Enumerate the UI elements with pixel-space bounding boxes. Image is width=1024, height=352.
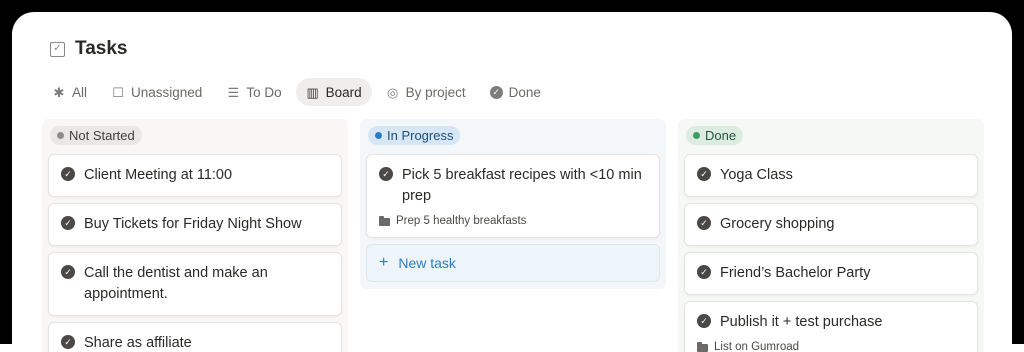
page-title: Tasks: [75, 38, 128, 59]
device-frame: ✓ Tasks ✱ All ☐ Unassigned ☰ To Do ▥ Boa…: [0, 0, 1024, 352]
check-circle-icon: ✓: [61, 335, 75, 349]
page-header: ✓ Tasks: [50, 38, 127, 60]
status-label: Done: [705, 128, 737, 143]
tab-label: All: [72, 84, 88, 100]
column-not-started: Not Started ✓ Client Meeting at 11:00 ✓ …: [42, 119, 348, 352]
task-title: Yoga Class: [720, 167, 793, 183]
check-circle-icon: ✓: [697, 265, 711, 279]
task-card[interactable]: ✓ Buy Tickets for Friday Night Show: [48, 203, 342, 246]
asterisk-icon: ✱: [53, 84, 65, 100]
task-title: Call the dentist and make an appointment…: [84, 265, 268, 302]
check-circle-icon: ✓: [61, 167, 75, 181]
tab-unassigned[interactable]: ☐ Unassigned: [101, 78, 212, 106]
check-circle-icon: ✓: [697, 167, 711, 181]
task-title: Buy Tickets for Friday Night Show: [84, 216, 302, 232]
tab-board[interactable]: ▥ Board: [295, 78, 372, 106]
check-circle-icon: ✓: [697, 314, 711, 328]
app-window: ✓ Tasks ✱ All ☐ Unassigned ☰ To Do ▥ Boa…: [12, 12, 1012, 352]
tab-label: Board: [325, 84, 362, 100]
status-dot: [693, 132, 700, 139]
new-task-label: New task: [398, 255, 456, 271]
tab-all[interactable]: ✱ All: [42, 78, 97, 106]
check-circle-icon: ✓: [379, 167, 393, 181]
tab-label: Done: [508, 84, 541, 100]
square-icon: ☐: [112, 84, 124, 100]
view-tabs: ✱ All ☐ Unassigned ☰ To Do ▥ Board ◎ By …: [42, 78, 551, 106]
status-badge-done: Done: [686, 126, 744, 145]
column-in-progress: In Progress ✓ Pick 5 breakfast recipes w…: [360, 119, 666, 289]
check-circle-icon: ✓: [61, 265, 75, 279]
folder-icon: [379, 215, 390, 226]
task-title: Grocery shopping: [720, 216, 835, 232]
status-label: In Progress: [387, 128, 454, 143]
tab-by-project[interactable]: ◎ By project: [376, 78, 476, 106]
task-title: Share as affiliate: [84, 335, 192, 351]
tab-done[interactable]: ✓ Done: [480, 78, 551, 106]
tab-label: To Do: [246, 84, 282, 100]
checklist-icon: ☰: [227, 84, 240, 100]
project-label: Prep 5 healthy breakfasts: [396, 215, 527, 227]
tab-label: By project: [405, 84, 466, 100]
status-dot: [57, 132, 64, 139]
project-label: List on Gumroad: [714, 341, 800, 352]
task-card[interactable]: ✓ Grocery shopping: [684, 203, 978, 246]
status-badge-not-started: Not Started: [50, 126, 142, 145]
task-title: Client Meeting at 11:00: [84, 167, 233, 183]
check-circle-icon: ✓: [61, 216, 75, 230]
column-done: Done ✓ Yoga Class ✓ Grocery shopping ✓ F…: [678, 119, 984, 352]
task-title: Pick 5 breakfast recipes with <10 min pr…: [402, 167, 642, 204]
task-card[interactable]: ✓ Share as affiliate: [48, 322, 342, 352]
tab-to-do[interactable]: ☰ To Do: [216, 78, 291, 106]
task-card[interactable]: ✓ Pick 5 breakfast recipes with <10 min …: [366, 154, 660, 238]
task-project: List on Gumroad: [697, 341, 965, 352]
task-card[interactable]: ✓ Publish it + test purchase List on Gum…: [684, 301, 978, 352]
folder-icon: [697, 341, 708, 352]
checkbox-icon: ✓: [50, 41, 65, 57]
new-task-button[interactable]: + New task: [366, 244, 660, 282]
task-title: Publish it + test purchase: [720, 314, 883, 330]
check-circle-icon: ✓: [697, 216, 711, 230]
check-circle-icon: ✓: [489, 85, 503, 99]
tab-label: Unassigned: [131, 84, 203, 100]
task-card[interactable]: ✓ Client Meeting at 11:00: [48, 154, 342, 197]
task-card[interactable]: ✓ Call the dentist and make an appointme…: [48, 252, 342, 316]
board-icon: ▥: [306, 84, 319, 100]
target-icon: ◎: [386, 84, 399, 100]
task-project: Prep 5 healthy breakfasts: [379, 215, 647, 227]
status-dot: [375, 132, 382, 139]
status-label: Not Started: [69, 128, 135, 143]
plus-icon: +: [379, 254, 389, 271]
status-badge-in-progress: In Progress: [368, 126, 461, 145]
task-card[interactable]: ✓ Friend’s Bachelor Party: [684, 252, 978, 295]
task-title: Friend’s Bachelor Party: [720, 265, 871, 281]
task-card[interactable]: ✓ Yoga Class: [684, 154, 978, 197]
